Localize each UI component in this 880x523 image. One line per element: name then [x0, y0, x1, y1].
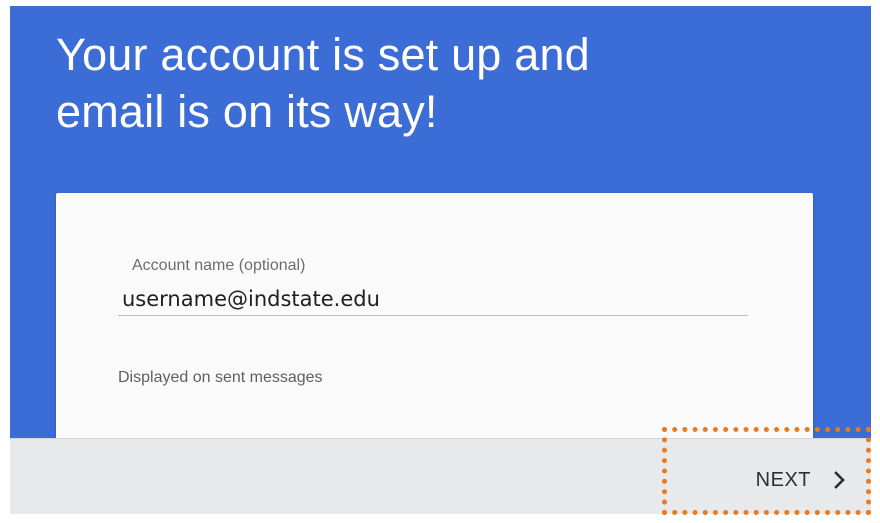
- screenshot-frame: Your account is set up and email is on i…: [0, 0, 880, 523]
- bottom-navigation-bar: NEXT: [10, 438, 871, 514]
- next-button[interactable]: NEXT: [756, 465, 845, 495]
- page-title-line1: Your account is set up and: [56, 29, 590, 80]
- page-title-line2: email is on its way!: [56, 86, 438, 137]
- account-name-label: Account name (optional): [132, 257, 306, 274]
- chevron-right-icon: [833, 471, 845, 489]
- account-name-card: Account name (optional) Displayed on sen…: [56, 193, 813, 453]
- account-name-input[interactable]: [118, 282, 748, 316]
- setup-screen: Your account is set up and email is on i…: [10, 6, 871, 514]
- page-title: Your account is set up and email is on i…: [56, 26, 590, 140]
- next-button-label: NEXT: [755, 468, 811, 491]
- account-name-helper-text: Displayed on sent messages: [118, 369, 323, 386]
